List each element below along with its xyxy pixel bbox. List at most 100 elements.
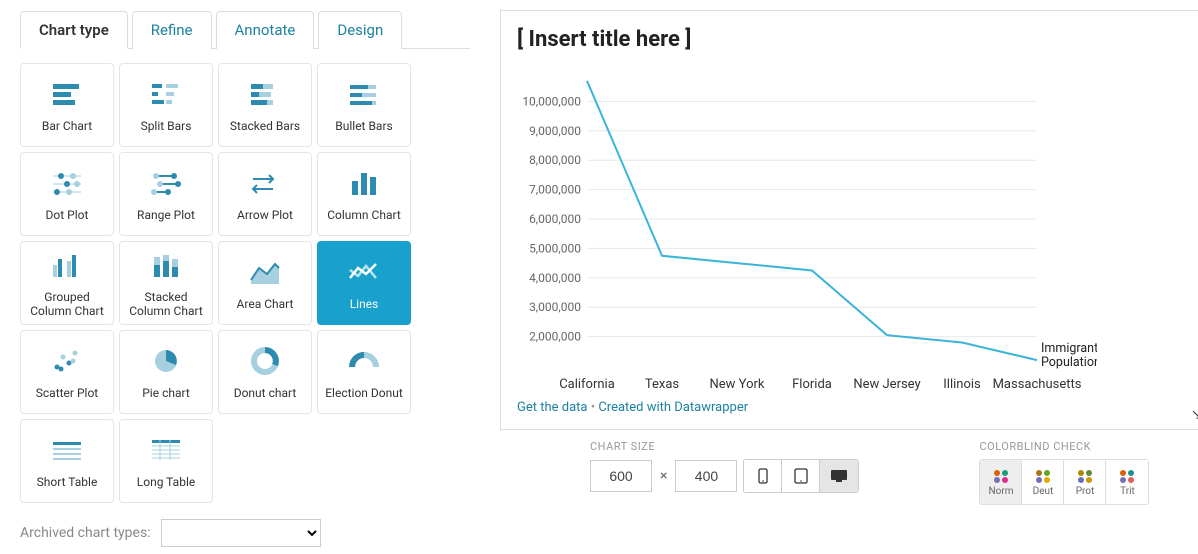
chart-type-scatter-plot[interactable]: Scatter Plot (20, 330, 114, 414)
range-plot-icon (148, 166, 184, 200)
width-input[interactable] (590, 460, 652, 492)
chart-type-pie-chart[interactable]: Pie chart (119, 330, 213, 414)
chart-type-label: Stacked Column Chart (120, 290, 212, 319)
x-tick-label: New Jersey (853, 377, 920, 392)
controls-row: CHART SIZE × (500, 440, 1198, 505)
chart-type-label: Stacked Bars (226, 119, 304, 133)
tab-chart-type[interactable]: Chart type (20, 11, 128, 49)
stacked-column-icon (148, 248, 184, 282)
election-donut-icon (346, 344, 382, 378)
get-data-link[interactable]: Get the data (517, 400, 587, 415)
chart-type-stacked-column[interactable]: Stacked Column Chart (119, 241, 213, 325)
dot-plot-icon (49, 166, 85, 200)
y-tick-label: 9,000,000 (529, 124, 581, 138)
chart-type-donut-chart[interactable]: Donut chart (218, 330, 312, 414)
stacked-bars-icon (247, 77, 283, 111)
colorblind-dots-icon (1033, 468, 1053, 484)
chart-size-title: CHART SIZE (590, 440, 859, 453)
colorblind-prot-button[interactable]: Prot (1064, 460, 1106, 504)
device-mobile-button[interactable] (744, 460, 782, 492)
y-tick-label: 4,000,000 (529, 271, 581, 285)
colorblind-deut-button[interactable]: Deut (1022, 460, 1064, 504)
x-tick-label: Massachusetts (993, 377, 1082, 392)
y-tick-label: 10,000,000 (522, 94, 581, 108)
chart-type-area-chart[interactable]: Area Chart (218, 241, 312, 325)
chart-type-short-table[interactable]: Short Table (20, 419, 114, 503)
chart-size-group: CHART SIZE × (590, 440, 859, 505)
chart-title: [ Insert title here ] (517, 27, 1192, 52)
line-chart-svg: 2,000,0003,000,0004,000,0005,000,0006,00… (517, 66, 1097, 396)
chart-type-label: Arrow Plot (233, 208, 297, 222)
chart-area: 2,000,0003,000,0004,000,0005,000,0006,00… (517, 66, 1192, 396)
chart-type-label: Range Plot (133, 208, 199, 222)
series-label: Population (1041, 355, 1097, 370)
chart-type-label: Donut chart (230, 386, 301, 400)
colorblind-dots-icon (991, 468, 1011, 484)
x-tick-label: New York (710, 377, 765, 392)
colorblind-title: COLORBLIND CHECK (979, 440, 1149, 453)
chart-type-long-table[interactable]: Long Table (119, 419, 213, 503)
colorblind-dots-icon (1075, 468, 1095, 484)
colorblind-norm-button[interactable]: Norm (980, 460, 1022, 504)
chart-type-label: Election Donut (321, 386, 407, 400)
colorblind-label: Prot (1076, 486, 1095, 497)
height-input[interactable] (675, 460, 737, 492)
chart-type-label: Long Table (133, 475, 199, 489)
chart-type-grouped-column[interactable]: Grouped Column Chart (20, 241, 114, 325)
chart-type-arrow-plot[interactable]: Arrow Plot (218, 152, 312, 236)
chart-type-dot-plot[interactable]: Dot Plot (20, 152, 114, 236)
chart-type-label: Area Chart (233, 297, 298, 311)
pie-chart-icon (148, 344, 184, 378)
chart-type-election-donut[interactable]: Election Donut (317, 330, 411, 414)
chart-type-label: Bullet Bars (331, 119, 396, 133)
chart-type-label: Split Bars (137, 119, 196, 133)
split-bars-icon (148, 77, 184, 111)
datawrapper-credit-link[interactable]: Created with Datawrapper (598, 400, 748, 415)
data-line (587, 81, 1037, 360)
chart-type-bar-chart[interactable]: Bar Chart (20, 63, 114, 147)
chart-type-lines[interactable]: Lines (317, 241, 411, 325)
tab-label: Chart type (39, 21, 109, 39)
colorblind-dots-icon (1117, 468, 1137, 484)
lines-icon (346, 255, 382, 289)
tab-annotate[interactable]: Annotate (216, 11, 315, 49)
colorblind-label: Norm (988, 486, 1013, 497)
tab-bar: Chart type Refine Annotate Design (20, 10, 470, 49)
colorblind-trit-button[interactable]: Trit (1106, 460, 1148, 504)
scatter-plot-icon (49, 344, 85, 378)
archived-row: Archived chart types: (20, 519, 470, 547)
y-tick-label: 7,000,000 (529, 183, 581, 197)
tablet-icon (794, 468, 808, 484)
chart-preview: [ Insert title here ] 2,000,000 3,000,000… (500, 10, 1198, 430)
chart-type-label: Column Chart (323, 208, 405, 222)
size-sep: × (660, 468, 667, 484)
archived-select[interactable] (161, 519, 321, 547)
chart-type-column-chart[interactable]: Column Chart (317, 152, 411, 236)
device-tablet-button[interactable] (782, 460, 820, 492)
chart-type-range-plot[interactable]: Range Plot (119, 152, 213, 236)
y-tick-label: 8,000,000 (529, 153, 581, 167)
archived-label: Archived chart types: (20, 525, 151, 541)
chart-type-label: Lines (346, 297, 383, 311)
bullet-bars-icon (346, 77, 382, 111)
chart-type-bullet-bars[interactable]: Bullet Bars (317, 63, 411, 147)
colorblind-label: Deut (1033, 486, 1054, 497)
donut-chart-icon (247, 344, 283, 378)
y-tick-label: 2,000,000 (529, 330, 581, 344)
tab-label: Annotate (235, 21, 296, 39)
chart-type-split-bars[interactable]: Split Bars (119, 63, 213, 147)
device-desktop-button[interactable] (820, 460, 858, 492)
chart-footer: Get the data • Created with Datawrapper (517, 400, 1192, 415)
tab-refine[interactable]: Refine (132, 11, 212, 49)
y-tick-label: 3,000,000 (529, 300, 581, 314)
bar-chart-icon (49, 77, 85, 111)
y-tick-label: 6,000,000 (529, 212, 581, 226)
colorblind-group: COLORBLIND CHECK Norm Deut Prot Trit (979, 440, 1149, 505)
long-table-icon (148, 433, 184, 467)
tab-design[interactable]: Design (318, 11, 402, 49)
mobile-icon (758, 468, 768, 484)
chart-type-label: Bar Chart (38, 119, 96, 133)
colorblind-buttons: Norm Deut Prot Trit (979, 459, 1149, 505)
resize-handle-icon[interactable]: ↘ (1191, 407, 1198, 423)
chart-type-stacked-bars[interactable]: Stacked Bars (218, 63, 312, 147)
